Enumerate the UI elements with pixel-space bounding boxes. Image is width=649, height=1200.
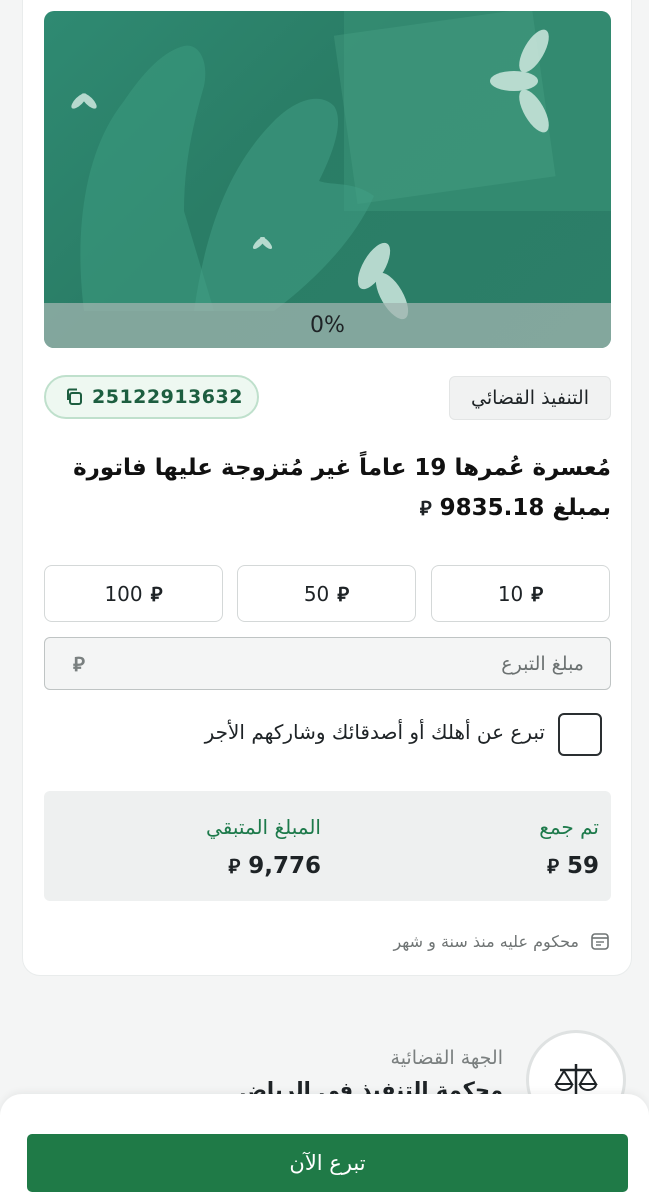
collected-amount: 59	[566, 853, 599, 879]
bottom-action-bar: تبرع الآن	[0, 1094, 649, 1200]
hands-illustration	[71, 11, 611, 320]
case-id-chip[interactable]: 25122913632	[44, 375, 259, 419]
riyal-icon: ⃁	[337, 581, 350, 606]
case-meta-text: محكوم عليه منذ سنة و شهر	[393, 931, 579, 951]
hero-image: 0%	[44, 11, 611, 348]
amount-option-value: 10	[497, 581, 524, 606]
gift-donation-label: تبرع عن أهلك أو أصدقائك وشاركهم الأجر	[204, 720, 545, 744]
case-title-amount: بمبلغ 9835.18	[439, 495, 611, 521]
category-label: التنفيذ القضائي	[471, 387, 589, 409]
amount-option-value: 100	[104, 581, 143, 606]
riyal-icon: ⃁	[531, 581, 544, 606]
progress-text: 0%	[310, 313, 345, 338]
amount-option-50[interactable]: 50 ⃁	[237, 565, 416, 622]
donation-amount-placeholder: مبلغ التبرع	[501, 652, 584, 675]
judicial-entity-label: الجهة القضائية	[390, 1047, 503, 1069]
case-title-line1: مُعسرة عُمرها 19 عاماً غير مُتزوجة عليها…	[73, 455, 611, 481]
remaining-label: المبلغ المتبقي	[206, 815, 321, 839]
riyal-icon: ⃁	[150, 581, 163, 606]
amount-option-10[interactable]: 10 ⃁	[431, 565, 610, 622]
case-id: 25122913632	[92, 386, 243, 408]
case-title: مُعسرة عُمرها 19 عاماً غير مُتزوجة عليها…	[41, 448, 611, 528]
collected-value: ⃁ 59	[547, 853, 599, 879]
collected-label: تم جمع	[539, 815, 599, 839]
riyal-icon: ⃁	[419, 496, 432, 520]
riyal-icon: ⃁	[547, 854, 559, 878]
gift-donation-checkbox[interactable]	[558, 713, 602, 756]
donation-stats: تم جمع ⃁ 59 المبلغ المتبقي ⃁ 9,776	[44, 791, 611, 901]
copy-icon	[67, 388, 82, 405]
riyal-icon: ⃁	[73, 651, 85, 676]
progress-bar: 0%	[44, 303, 611, 348]
category-badge: التنفيذ القضائي	[449, 376, 611, 420]
remaining-value: ⃁ 9,776	[228, 853, 321, 879]
amount-option-value: 50	[303, 581, 330, 606]
amount-option-100[interactable]: 100 ⃁	[44, 565, 223, 622]
riyal-icon: ⃁	[228, 854, 241, 878]
donation-amount-input[interactable]: ⃁ مبلغ التبرع	[44, 637, 611, 690]
case-title-line2: بمبلغ 9835.18 ⃁	[41, 488, 611, 528]
donate-now-button[interactable]: تبرع الآن	[27, 1134, 628, 1192]
case-meta: محكوم عليه منذ سنة و شهر	[393, 930, 611, 952]
remaining-amount: 9,776	[248, 853, 321, 879]
calendar-icon	[591, 933, 609, 950]
